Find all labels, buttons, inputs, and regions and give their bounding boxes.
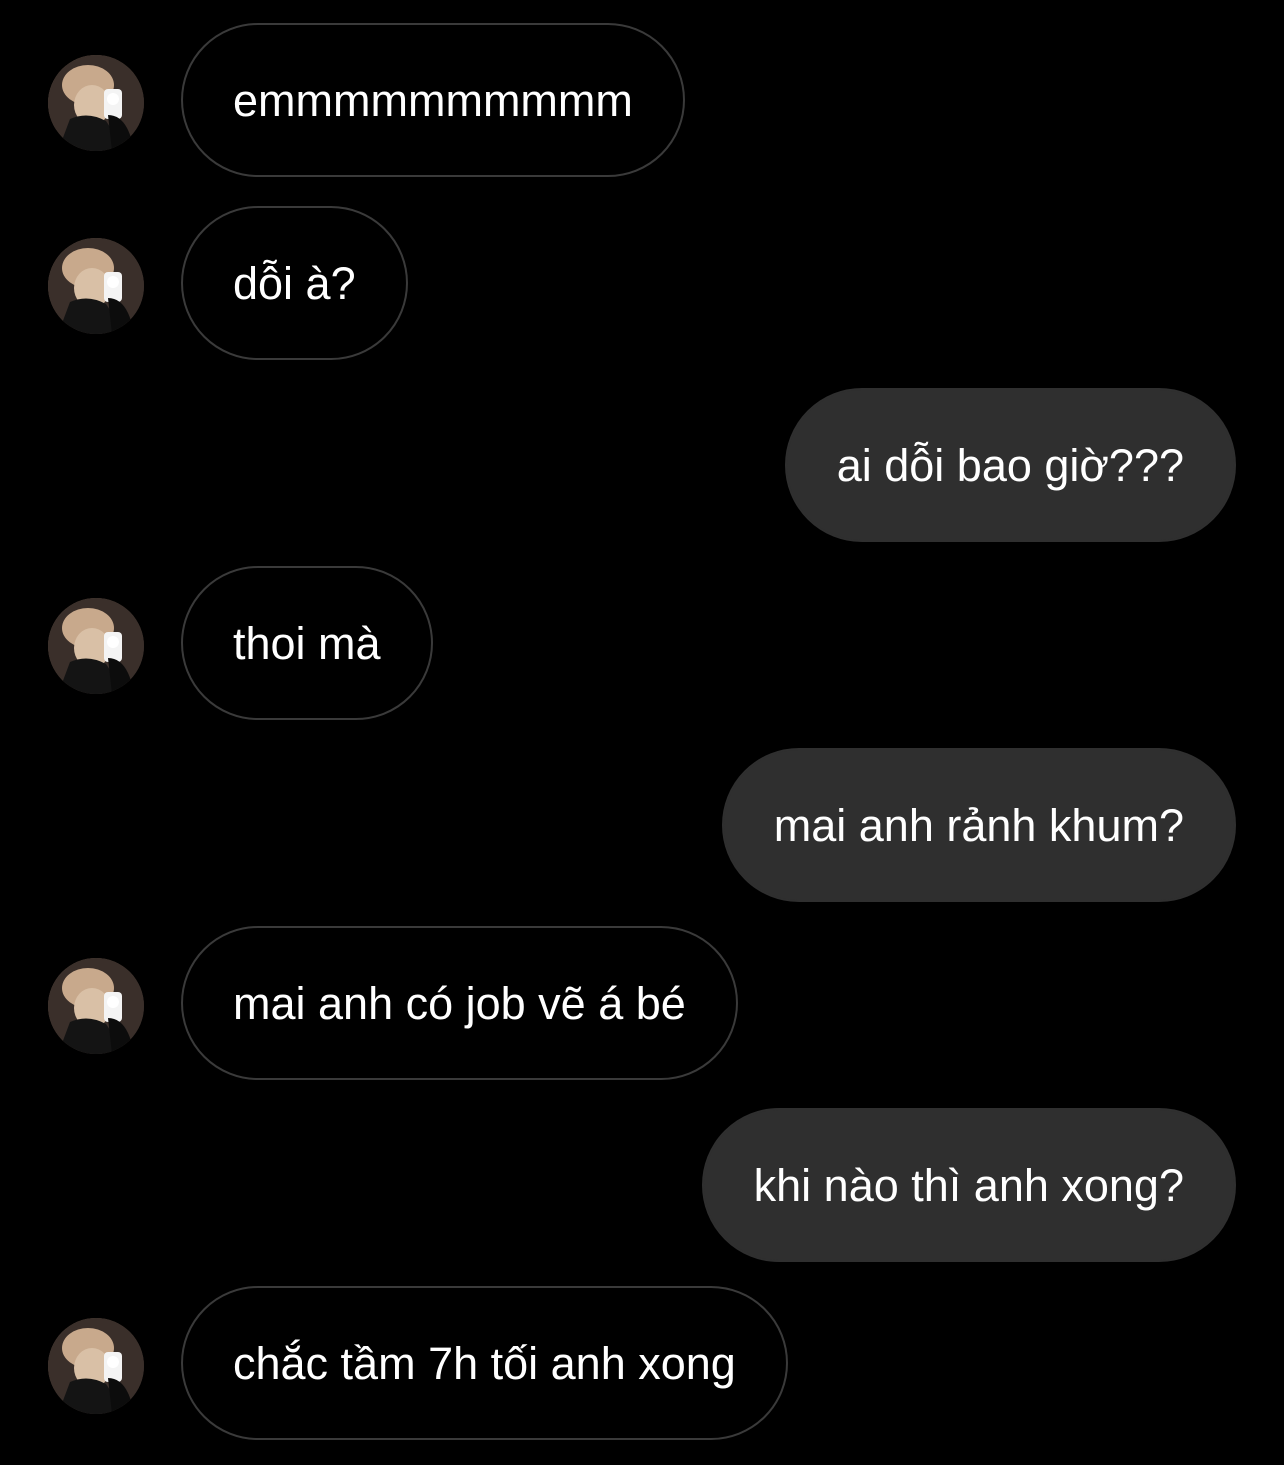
message-bubble-outgoing[interactable]: mai anh rảnh khum?: [721, 748, 1236, 902]
sender-avatar[interactable]: [48, 958, 144, 1054]
message-row-incoming: thoi mà: [0, 566, 1284, 726]
profile-photo-icon: [48, 1318, 144, 1414]
message-bubble-incoming[interactable]: mai anh có job vẽ á bé: [181, 926, 738, 1080]
message-row-incoming: dỗi à?: [0, 206, 1284, 366]
message-row-outgoing: mai anh rảnh khum?: [0, 748, 1284, 908]
sender-avatar[interactable]: [48, 598, 144, 694]
message-bubble-outgoing[interactable]: ai dỗi bao giờ???: [784, 388, 1236, 542]
message-bubble-incoming[interactable]: dỗi à?: [181, 206, 408, 360]
sender-avatar[interactable]: [48, 1318, 144, 1414]
profile-photo-icon: [48, 238, 144, 334]
message-thread: emmmmmmmmmm dỗi à? ai dỗi bao giờ??? tho…: [0, 0, 1284, 1465]
message-row-outgoing: khi nào thì anh xong?: [0, 1108, 1284, 1268]
message-row-incoming: emmmmmmmmmm: [0, 23, 1284, 183]
sender-avatar[interactable]: [48, 238, 144, 334]
profile-photo-icon: [48, 598, 144, 694]
message-row-incoming: mai anh có job vẽ á bé: [0, 926, 1284, 1086]
message-row-incoming: chắc tầm 7h tối anh xong: [0, 1286, 1284, 1446]
message-bubble-incoming[interactable]: chắc tầm 7h tối anh xong: [181, 1286, 788, 1440]
message-row-outgoing: ai dỗi bao giờ???: [0, 388, 1284, 548]
sender-avatar[interactable]: [48, 55, 144, 151]
message-bubble-outgoing[interactable]: khi nào thì anh xong?: [701, 1108, 1236, 1262]
profile-photo-icon: [48, 55, 144, 151]
message-bubble-incoming[interactable]: thoi mà: [181, 566, 433, 720]
profile-photo-icon: [48, 958, 144, 1054]
message-bubble-incoming[interactable]: emmmmmmmmmm: [181, 23, 685, 177]
